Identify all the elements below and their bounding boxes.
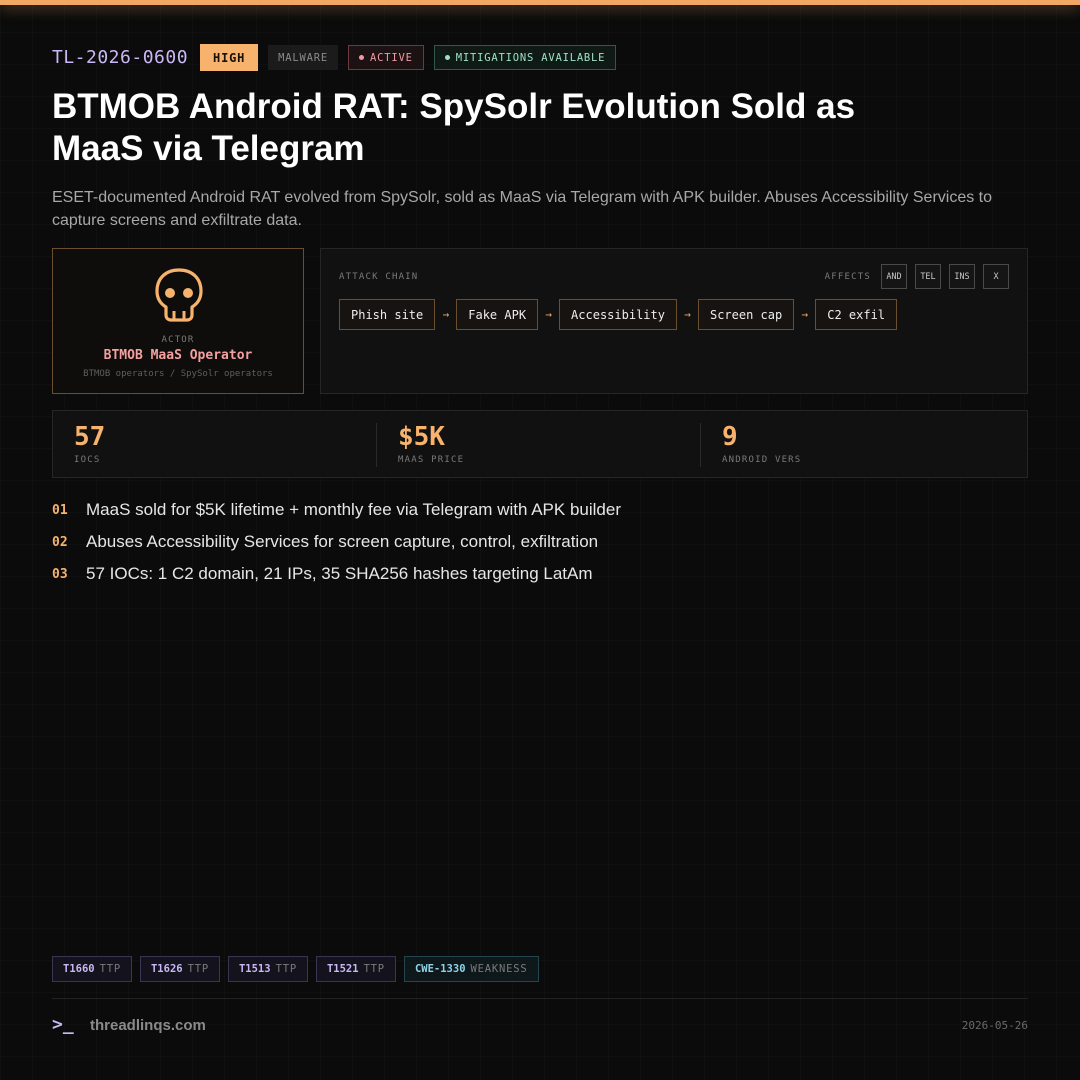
tag-kind: TTP [275,963,297,975]
mitigation-dot-icon [444,55,450,60]
chain-step: Phish site [339,299,436,330]
stat-iocs: 57 IOCS [53,411,376,477]
tag-id: T1660 [63,963,95,975]
platform-badge-instagram: INS [949,264,975,289]
actor-panel: ACTOR BTMOB MaaS Operator BTMOB operator… [52,248,304,394]
footer-divider [52,998,1028,999]
arrow-right-icon: → [684,308,691,321]
arrow-right-icon: → [801,308,809,321]
summary-text: ESET-documented Android RAT evolved from… [52,189,993,229]
findings-list: 01 MaaS sold for $5K lifetime + monthly … [52,494,1012,590]
affects-label: AFFECTS [824,271,871,282]
stat-label: IOCS [74,455,101,465]
technique-tag[interactable]: T1626 TTP [139,956,220,982]
ticket-id: TL-2026-0600 [52,47,189,68]
meta-row: TL-2026-0600 HIGH MALWARE ACTIVE MITIGAT… [52,44,617,71]
actor-name: BTMOB MaaS Operator [103,348,253,363]
status-label: ACTIVE [370,51,413,64]
technique-tags: T1660 TTP T1626 TTP T1513 TTP T1521 TTP … [52,956,539,982]
platform-badge-telegram: TEL [915,264,941,289]
tag-kind: WEAKNESS [470,963,528,975]
attack-chain-panel: ATTACK CHAIN AFFECTS AND TEL INS X Phish… [320,248,1028,394]
publish-date: 2026-05-26 [961,1019,1028,1032]
mitigation-label: MITIGATIONS AVAILABLE [455,51,606,64]
list-item: 01 MaaS sold for $5K lifetime + monthly … [52,494,1012,526]
affects-group: AFFECTS AND TEL INS X [825,264,1009,289]
status-dot-icon [359,55,365,60]
tag-id: CWE-1330 [414,963,466,975]
technique-tag[interactable]: T1660 TTP [52,956,132,982]
severity-badge: HIGH [200,44,259,71]
status-badge: ACTIVE [348,45,424,70]
attack-chain-label: ATTACK CHAIN [339,272,419,282]
chain-step: C2 exfil [815,299,898,330]
stat-value: $5K [398,422,445,452]
category-badge: MALWARE [268,45,339,70]
chain-step: Fake APK [456,299,539,330]
stat-label: MAAS PRICE [398,455,465,465]
tag-id: T1626 [150,963,183,975]
skull-icon [155,268,203,322]
technique-tag[interactable]: T1521 TTP [315,956,396,982]
chain-step: Screen cap [697,299,795,330]
platform-badge-x: X [983,264,1009,289]
tag-kind: TTP [99,963,121,975]
weakness-tag[interactable]: CWE-1330 WEAKNESS [403,956,539,982]
tag-id: T1513 [238,963,271,975]
technique-tag[interactable]: T1513 TTP [227,956,308,982]
list-item: 02 Abuses Accessibility Services for scr… [52,526,1012,558]
chain-step: Accessibility [559,299,677,330]
stat-label: ANDROID VERS [722,455,802,465]
top-accent-bar [0,0,1080,5]
stat-value: 57 [74,422,106,452]
finding-number: 01 [52,502,68,518]
tag-kind: TTP [363,963,385,975]
attack-chain-steps: Phish site → Fake APK → Accessibility → … [339,299,898,330]
tag-id: T1521 [326,963,359,975]
list-item: 03 57 IOCs: 1 C2 domain, 21 IPs, 35 SHA2… [52,558,1012,590]
actor-aliases: BTMOB operators / SpySolr operators [83,369,273,379]
mitigation-badge: MITIGATIONS AVAILABLE [433,45,617,70]
finding-text: Abuses Accessibility Services for screen… [86,532,599,551]
finding-text: 57 IOCs: 1 C2 domain, 21 IPs, 35 SHA256 … [86,564,593,583]
stat-android-versions: 9 ANDROID VERS [701,411,1024,477]
site-link[interactable]: threadlinqs.com [90,1017,206,1034]
finding-number: 03 [52,566,68,582]
arrow-right-icon: → [442,308,450,321]
stat-value: 9 [722,422,738,452]
finding-number: 02 [52,534,68,550]
terminal-prompt-icon: >_ [52,1014,74,1035]
actor-label: ACTOR [161,335,195,345]
stats-bar: 57 IOCS $5K MAAS PRICE 9 ANDROID VERS [52,410,1028,478]
page-title: BTMOB Android RAT: SpySolr Evolution Sol… [52,87,856,168]
finding-text: MaaS sold for $5K lifetime + monthly fee… [86,500,621,519]
arrow-right-icon: → [545,308,552,321]
platform-badge-android: AND [881,264,907,289]
tag-kind: TTP [187,963,209,975]
stat-maas-price: $5K MAAS PRICE [377,411,700,477]
